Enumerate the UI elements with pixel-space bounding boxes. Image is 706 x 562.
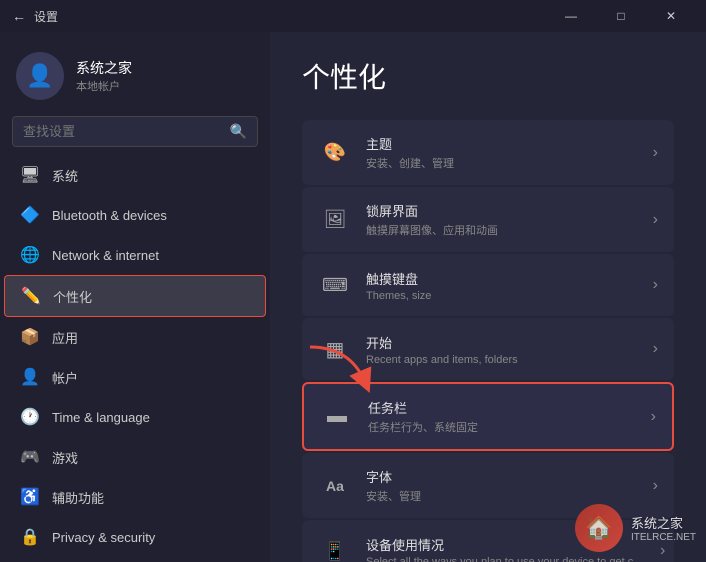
close-button[interactable]: ✕: [648, 0, 694, 32]
system-icon: 🖥: [20, 165, 40, 185]
start-icon: ▦: [318, 332, 352, 366]
taskbar-icon: ▬: [320, 400, 354, 434]
page-title: 个性化: [302, 56, 674, 96]
deviceusage-desc: Select all the ways you plan to use your…: [366, 556, 646, 562]
sidebar-label-gaming: 游戏: [52, 448, 78, 467]
taskbar-arrow: ›: [651, 408, 656, 426]
sidebar-item-gaming[interactable]: 🎮 游戏: [4, 437, 266, 477]
touchkeyboard-title: 触摸键盘: [366, 269, 639, 288]
sidebar-label-personalization: 个性化: [53, 287, 92, 306]
minimize-button[interactable]: —: [548, 0, 594, 32]
apps-icon: 📦: [20, 327, 40, 347]
touchkeyboard-text: 触摸键盘 Themes, size: [366, 269, 639, 302]
personalization-icon: ✏️: [21, 286, 41, 306]
taskbar-desc: 任务栏行为、系统固定: [368, 419, 637, 435]
sidebar-label-apps: 应用: [52, 328, 78, 347]
time-icon: 🕐: [20, 407, 40, 427]
sidebar-item-update[interactable]: 🔄 Windows Update: [4, 557, 266, 562]
watermark-url: ITELRCE.NET: [631, 532, 696, 543]
settings-item-lockscreen[interactable]: 🖼 锁屏界面 触摸屏幕图像、应用和动画 ›: [302, 187, 674, 252]
taskbar-title: 任务栏: [368, 398, 637, 417]
settings-list: 🎨 主题 安装、创建、管理 › 🖼 锁屏界面 触摸屏幕图像、应用和动画 › ⌨: [302, 120, 674, 562]
theme-title: 主题: [366, 134, 639, 153]
theme-icon: 🎨: [318, 136, 352, 170]
sidebar-label-system: 系统: [52, 166, 78, 185]
title-bar: ← 设置 — □ ✕: [0, 0, 706, 32]
fonts-arrow: ›: [653, 477, 658, 495]
start-title: 开始: [366, 333, 639, 352]
deviceusage-icon: 📱: [318, 534, 352, 562]
window-title: 设置: [34, 8, 58, 25]
sidebar-item-network[interactable]: 🌐 Network & internet: [4, 235, 266, 275]
maximize-button[interactable]: □: [598, 0, 644, 32]
start-text: 开始 Recent apps and items, folders: [366, 333, 639, 366]
sidebar-item-apps[interactable]: 📦 应用: [4, 317, 266, 357]
touchkeyboard-desc: Themes, size: [366, 290, 639, 302]
search-input[interactable]: [23, 124, 222, 139]
fonts-icon: Aa: [318, 469, 352, 503]
theme-text: 主题 安装、创建、管理: [366, 134, 639, 171]
watermark: 🏠 系统之家 ITELRCE.NET: [575, 504, 696, 552]
touchkeyboard-icon: ⌨: [318, 268, 352, 302]
sidebar-label-privacy: Privacy & security: [52, 530, 155, 545]
accessibility-icon: ♿: [20, 487, 40, 507]
sidebar-label-network: Network & internet: [52, 248, 159, 263]
sidebar-item-accounts[interactable]: 👤 帐户: [4, 357, 266, 397]
settings-item-taskbar[interactable]: ▬ 任务栏 任务栏行为、系统固定 ›: [302, 382, 674, 451]
sidebar-label-accessibility: 辅助功能: [52, 488, 104, 507]
watermark-info: 系统之家 ITELRCE.NET: [631, 513, 696, 543]
start-arrow: ›: [653, 340, 658, 358]
sidebar-item-time[interactable]: 🕐 Time & language: [4, 397, 266, 437]
back-button[interactable]: ←: [12, 8, 26, 24]
sidebar-item-personalization[interactable]: ✏️ 个性化: [4, 275, 266, 317]
window-controls: — □ ✕: [548, 0, 694, 32]
sidebar-label-time: Time & language: [52, 410, 150, 425]
user-profile[interactable]: 👤 系统之家 本地帐户: [0, 40, 270, 116]
search-box[interactable]: 🔍: [12, 116, 258, 147]
sidebar-label-accounts: 帐户: [52, 368, 78, 387]
sidebar-item-privacy[interactable]: 🔒 Privacy & security: [4, 517, 266, 557]
touchkeyboard-arrow: ›: [653, 276, 658, 294]
settings-item-start[interactable]: ▦ 开始 Recent apps and items, folders ›: [302, 318, 674, 380]
main-container: 👤 系统之家 本地帐户 🔍 🖥 系统 🔷 Bluetooth & devices…: [0, 32, 706, 562]
gaming-icon: 🎮: [20, 447, 40, 467]
watermark-logo: 🏠: [575, 504, 623, 552]
theme-desc: 安装、创建、管理: [366, 155, 639, 171]
user-info: 系统之家 本地帐户: [76, 58, 132, 94]
right-panel: 个性化 🎨 主题 安装、创建、管理 › 🖼 锁屏界面 触摸屏幕图像、应用和动画 …: [270, 32, 706, 562]
start-desc: Recent apps and items, folders: [366, 354, 639, 366]
sidebar-item-bluetooth[interactable]: 🔷 Bluetooth & devices: [4, 195, 266, 235]
network-icon: 🌐: [20, 245, 40, 265]
bluetooth-icon: 🔷: [20, 205, 40, 225]
accounts-icon: 👤: [20, 367, 40, 387]
lockscreen-arrow: ›: [653, 211, 658, 229]
fonts-text: 字体 安装、管理: [366, 467, 639, 504]
taskbar-text: 任务栏 任务栏行为、系统固定: [368, 398, 637, 435]
sidebar-item-accessibility[interactable]: ♿ 辅助功能: [4, 477, 266, 517]
settings-item-theme[interactable]: 🎨 主题 安装、创建、管理 ›: [302, 120, 674, 185]
user-name: 系统之家: [76, 58, 132, 78]
sidebar-item-system[interactable]: 🖥 系统: [4, 155, 266, 195]
lockscreen-icon: 🖼: [318, 203, 352, 237]
search-icon: 🔍: [230, 123, 247, 140]
avatar: 👤: [16, 52, 64, 100]
sidebar: 👤 系统之家 本地帐户 🔍 🖥 系统 🔷 Bluetooth & devices…: [0, 32, 270, 562]
fonts-desc: 安装、管理: [366, 488, 639, 504]
privacy-icon: 🔒: [20, 527, 40, 547]
settings-item-touchkeyboard[interactable]: ⌨ 触摸键盘 Themes, size ›: [302, 254, 674, 316]
sidebar-label-bluetooth: Bluetooth & devices: [52, 208, 167, 223]
user-type: 本地帐户: [76, 78, 132, 94]
lockscreen-desc: 触摸屏幕图像、应用和动画: [366, 222, 639, 238]
theme-arrow: ›: [653, 144, 658, 162]
fonts-title: 字体: [366, 467, 639, 486]
lockscreen-title: 锁屏界面: [366, 201, 639, 220]
watermark-name: 系统之家: [631, 513, 696, 532]
lockscreen-text: 锁屏界面 触摸屏幕图像、应用和动画: [366, 201, 639, 238]
